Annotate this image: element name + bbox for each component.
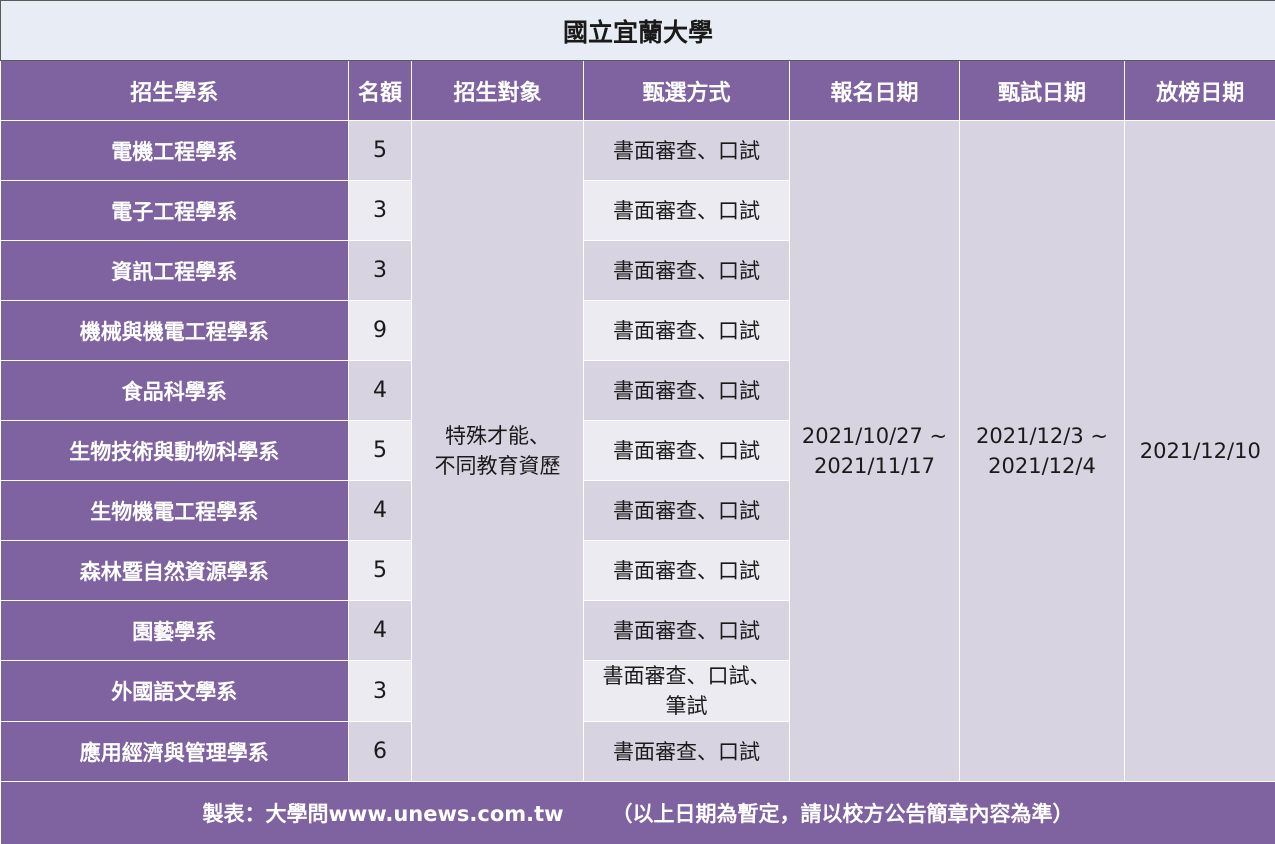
method-line: 書面審查、口試 bbox=[584, 136, 789, 166]
quota-value: 5 bbox=[349, 541, 412, 601]
quota-value: 3 bbox=[349, 181, 412, 241]
header-row: 招生學系 名額 招生對象 甄選方式 報名日期 甄試日期 放榜日期 bbox=[1, 61, 1275, 121]
method-line: 書面審查、口試 bbox=[584, 256, 789, 286]
department-name: 生物技術與動物科學系 bbox=[1, 421, 349, 481]
quota-value: 5 bbox=[349, 421, 412, 481]
method-cell: 書面審查、口試 bbox=[584, 481, 790, 541]
header-exam-date: 甄試日期 bbox=[960, 61, 1125, 121]
header-department: 招生學系 bbox=[1, 61, 349, 121]
method-line: 書面審查、口試 bbox=[584, 616, 789, 646]
method-cell: 書面審查、口試 bbox=[584, 421, 790, 481]
department-name: 外國語文學系 bbox=[1, 661, 349, 722]
admission-table: 國立宜蘭大學 招生學系 名額 招生對象 甄選方式 報名日期 甄試日期 放榜日期 … bbox=[0, 0, 1275, 844]
header-method: 甄選方式 bbox=[584, 61, 790, 121]
department-name: 森林暨自然資源學系 bbox=[1, 541, 349, 601]
target-line: 特殊才能、 bbox=[412, 421, 583, 451]
method-cell: 書面審查、口試 bbox=[584, 181, 790, 241]
department-name: 食品科學系 bbox=[1, 361, 349, 421]
exam-date-line: 2021/12/4 bbox=[960, 451, 1124, 481]
header-quota: 名額 bbox=[349, 61, 412, 121]
method-cell: 書面審查、口試、 筆試 bbox=[584, 661, 790, 722]
exam-date-line: 2021/12/3 ~ bbox=[960, 421, 1124, 451]
department-name: 生物機電工程學系 bbox=[1, 481, 349, 541]
quota-value: 9 bbox=[349, 301, 412, 361]
admission-table-frame: 國立宜蘭大學 招生學系 名額 招生對象 甄選方式 報名日期 甄試日期 放榜日期 … bbox=[0, 0, 1275, 842]
method-line: 書面審查、口試 bbox=[584, 376, 789, 406]
method-cell: 書面審查、口試 bbox=[584, 541, 790, 601]
quota-value: 4 bbox=[349, 481, 412, 541]
method-cell: 書面審查、口試 bbox=[584, 241, 790, 301]
method-line: 書面審查、口試 bbox=[584, 556, 789, 586]
exam-date-merged-cell: 2021/12/3 ~ 2021/12/4 bbox=[960, 121, 1125, 782]
department-name: 應用經濟與管理學系 bbox=[1, 722, 349, 782]
method-line: 書面審查、口試 bbox=[584, 196, 789, 226]
footer-credit: 製表：大學問www.unews.com.tw bbox=[203, 802, 564, 826]
table-footer: 製表：大學問www.unews.com.tw （以上日期為暫定，請以校方公告簡章內… bbox=[1, 782, 1275, 844]
footer-note: （以上日期為暫定，請以校方公告簡章內容為準） bbox=[612, 802, 1074, 826]
quota-value: 3 bbox=[349, 661, 412, 722]
quota-value: 5 bbox=[349, 121, 412, 181]
method-cell: 書面審查、口試 bbox=[584, 361, 790, 421]
quota-value: 3 bbox=[349, 241, 412, 301]
apply-date-merged-cell: 2021/10/27 ~ 2021/11/17 bbox=[790, 121, 960, 782]
target-line: 不同教育資歷 bbox=[412, 451, 583, 481]
department-name: 資訊工程學系 bbox=[1, 241, 349, 301]
table-title: 國立宜蘭大學 bbox=[1, 1, 1275, 61]
method-cell: 書面審查、口試 bbox=[584, 601, 790, 661]
method-line: 書面審查、口試、 bbox=[584, 661, 789, 691]
department-name: 園藝學系 bbox=[1, 601, 349, 661]
department-name: 電機工程學系 bbox=[1, 121, 349, 181]
header-apply-date: 報名日期 bbox=[790, 61, 960, 121]
target-merged-cell: 特殊才能、 不同教育資歷 bbox=[412, 121, 584, 782]
method-cell: 書面審查、口試 bbox=[584, 301, 790, 361]
apply-date-line: 2021/11/17 bbox=[790, 451, 959, 481]
method-line: 書面審查、口試 bbox=[584, 496, 789, 526]
method-line: 筆試 bbox=[584, 691, 789, 721]
quota-value: 4 bbox=[349, 361, 412, 421]
header-result-date: 放榜日期 bbox=[1125, 61, 1275, 121]
method-line: 書面審查、口試 bbox=[584, 737, 789, 767]
method-cell: 書面審查、口試 bbox=[584, 722, 790, 782]
method-line: 書面審查、口試 bbox=[584, 316, 789, 346]
table-row: 電機工程學系 5 特殊才能、 不同教育資歷 書面審查、口試 2021/10/27… bbox=[1, 121, 1275, 181]
department-name: 電子工程學系 bbox=[1, 181, 349, 241]
apply-date-line: 2021/10/27 ~ bbox=[790, 421, 959, 451]
quota-value: 4 bbox=[349, 601, 412, 661]
quota-value: 6 bbox=[349, 722, 412, 782]
method-line: 書面審查、口試 bbox=[584, 436, 789, 466]
result-date-merged-cell: 2021/12/10 bbox=[1125, 121, 1275, 782]
method-cell: 書面審查、口試 bbox=[584, 121, 790, 181]
department-name: 機械與機電工程學系 bbox=[1, 301, 349, 361]
header-target: 招生對象 bbox=[412, 61, 584, 121]
